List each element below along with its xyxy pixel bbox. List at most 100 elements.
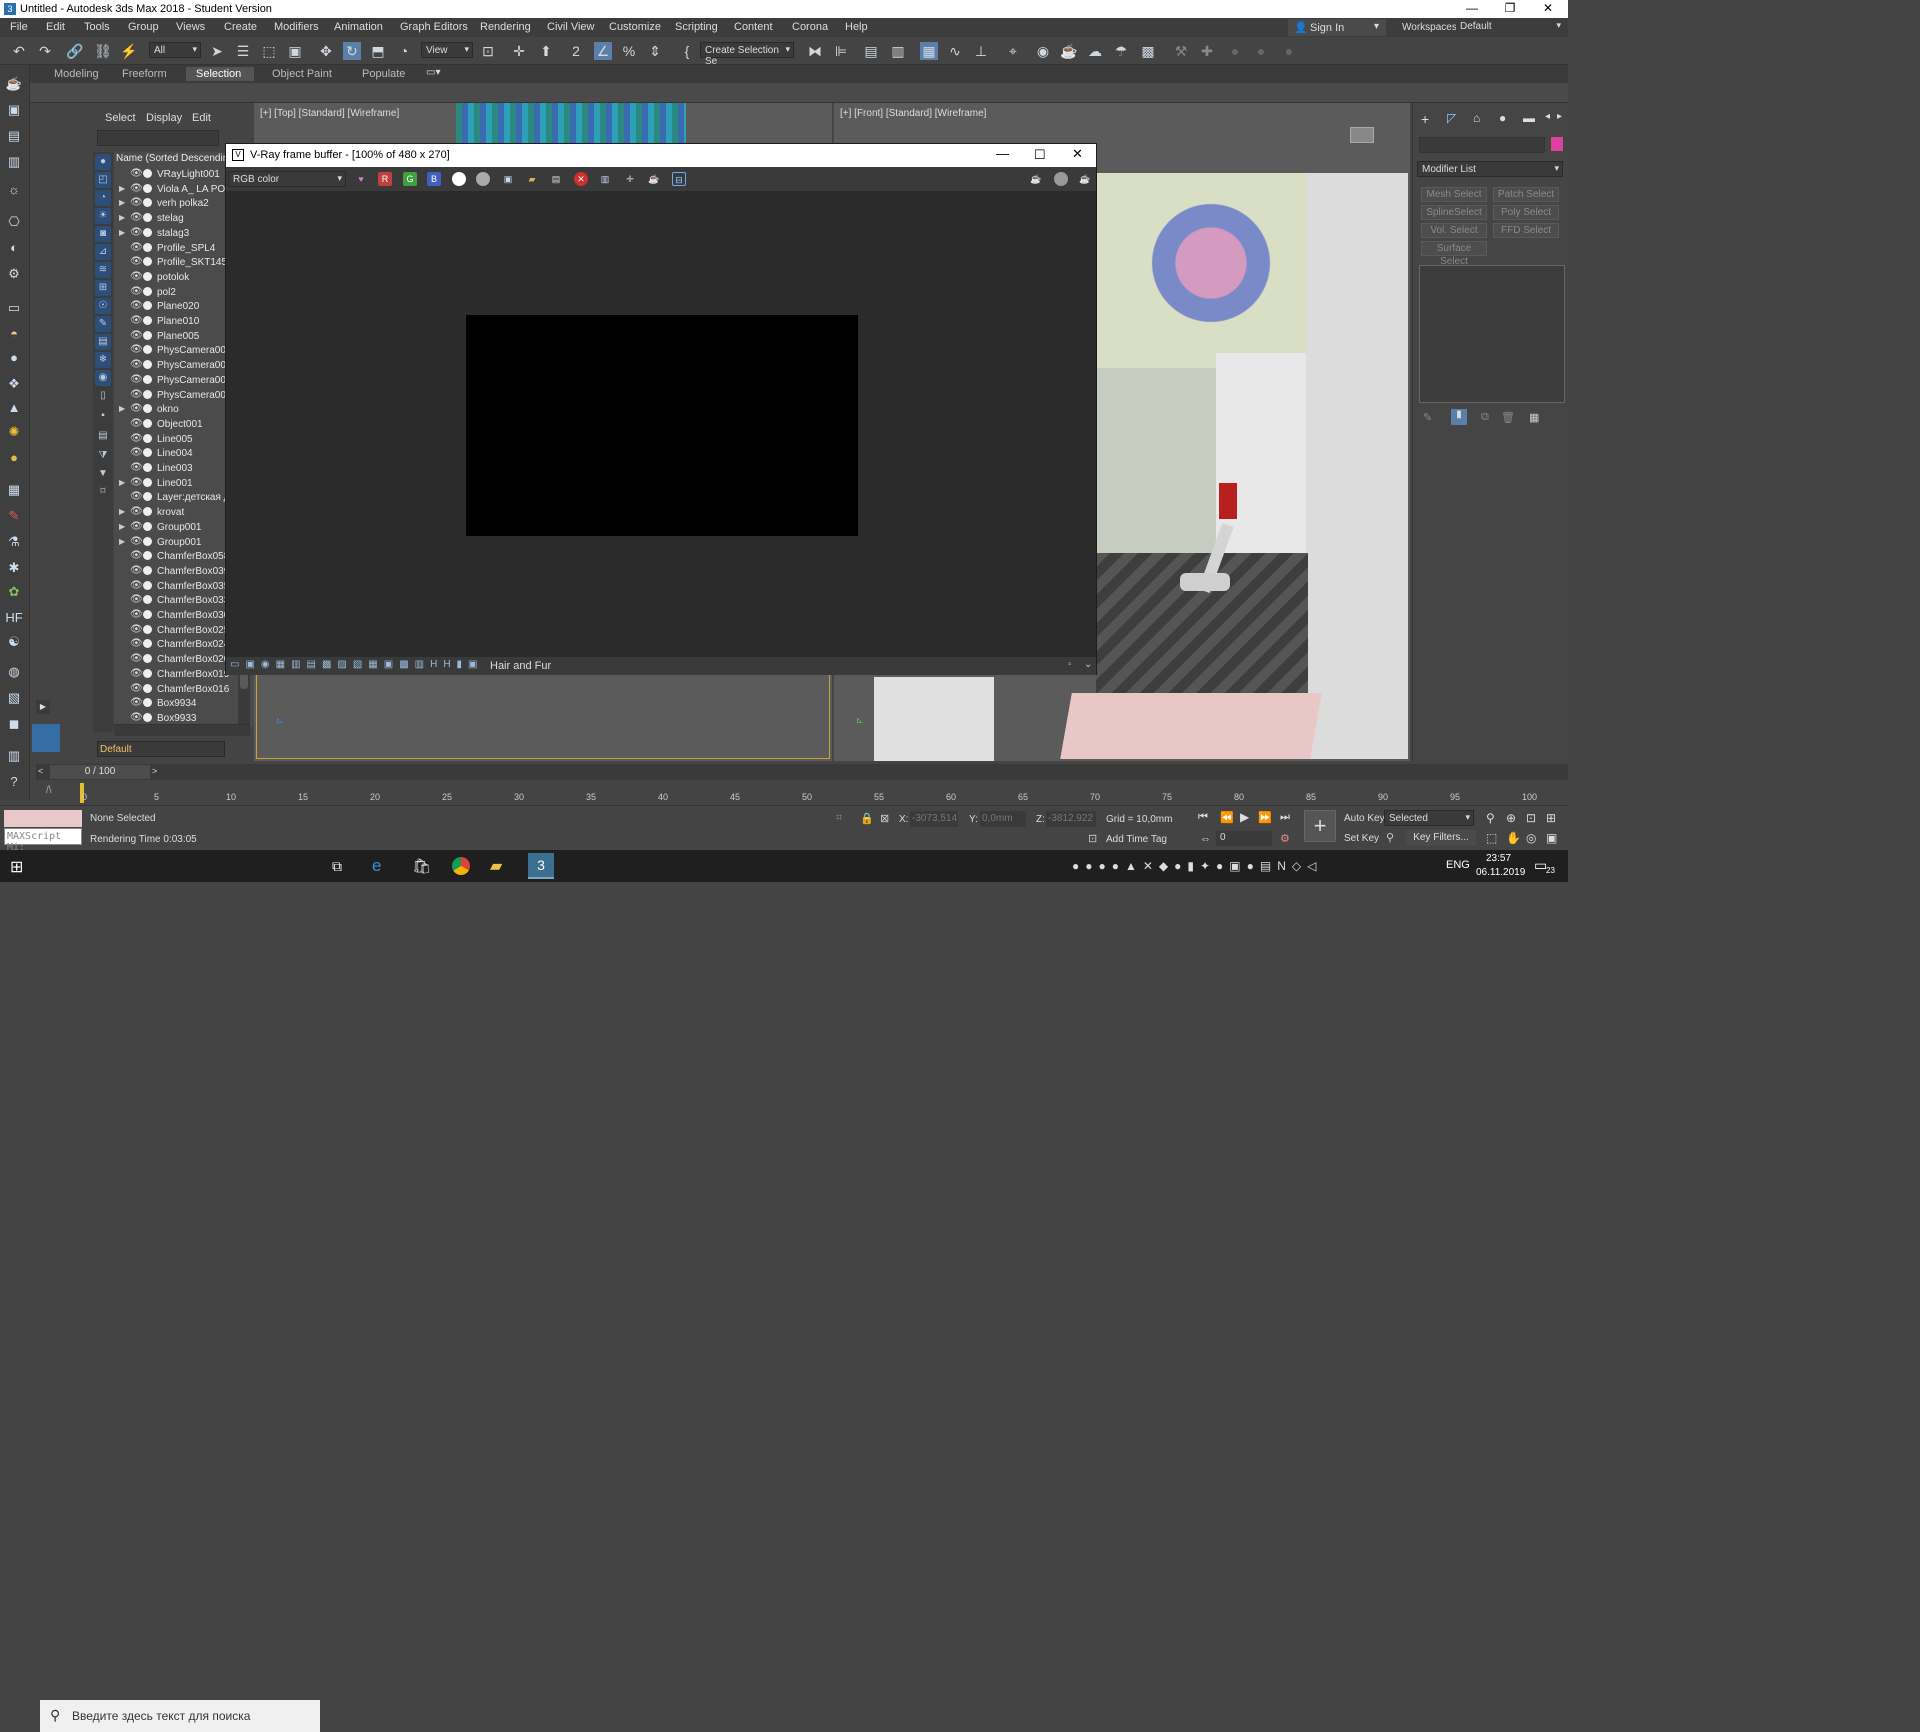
menu-rendering[interactable]: Rendering [480,21,531,33]
vfb-render-canvas[interactable] [466,315,858,536]
file-explorer-icon[interactable]: ▰ [490,856,502,876]
rotate-icon[interactable]: ↻ [343,42,361,60]
list-item[interactable]: ▶ 👁 Group001 [114,536,239,551]
explorer-tab-edit[interactable]: Edit [192,112,211,124]
spline-select-button[interactable]: SplineSelect [1421,205,1487,220]
display-xrefs-icon[interactable]: ☉ [95,298,111,314]
unlink-icon[interactable]: ⛓ [94,42,112,60]
list-item[interactable]: 👁 Line004 [114,447,239,462]
place-icon[interactable]: ◔ [395,42,413,60]
visibility-eye-icon[interactable]: 👁 [130,197,143,208]
vfb-render-icon[interactable]: ☕ [1029,172,1043,186]
vfb-stop-icon[interactable] [1054,172,1068,186]
visibility-eye-icon[interactable]: 👁 [130,330,143,341]
material-ball-icon[interactable]: ◍ [5,663,23,681]
vfb-history-icon[interactable]: ▥ [598,172,612,186]
surface-select-button[interactable]: Surface Select [1421,241,1487,267]
list-item[interactable]: 👁 ChamferBox039 [114,565,239,580]
select-manipulate-icon[interactable]: ✛ [510,42,528,60]
material-editor-icon[interactable]: ◉ [1034,42,1052,60]
visibility-eye-icon[interactable]: 👁 [130,183,143,194]
visibility-eye-icon[interactable]: 👁 [130,609,143,620]
visibility-eye-icon[interactable]: 👁 [130,389,143,400]
lights-icon[interactable]: ☼ [5,181,23,199]
zoom-all-icon[interactable]: ⊕ [1506,811,1516,825]
display-hidden-icon[interactable]: ◉ [95,370,111,386]
display-groups-icon[interactable]: ⊞ [95,280,111,296]
key-filters-button[interactable]: Key Filters... [1406,830,1476,846]
camera-icon[interactable]: ⎔ [5,213,23,231]
cone-light-icon[interactable]: ▲ [5,399,23,417]
pin-stack-icon[interactable]: ✎ [1423,411,1432,424]
layer-explorer-icon[interactable]: ▥ [889,42,907,60]
list-item[interactable]: 👁 ChamferBox025 [114,624,239,639]
menu-help[interactable]: Help [845,21,868,33]
time-tag-icon[interactable]: ⊡ [1088,832,1097,845]
selection-lock-icon[interactable]: 🔒 [860,812,874,825]
expand-arrow-icon[interactable]: ▶ [119,507,125,516]
key-tangent-icon[interactable]: ⚲ [1386,831,1394,844]
dope-sheet-icon[interactable]: ⊥ [972,42,990,60]
create-tab-icon[interactable]: + [1421,111,1429,127]
render-production-icon[interactable]: ☂ [1112,42,1130,60]
display-frozen-icon[interactable]: ❄ [95,352,111,368]
percent-snap-icon[interactable]: % [620,42,638,60]
menu-file[interactable]: File [10,21,28,33]
rectangular-selection-icon[interactable]: ⬚ [260,42,278,60]
next-frame-icon[interactable]: ⏩ [1258,811,1272,824]
add-time-tag-button[interactable]: Add Time Tag [1106,834,1167,845]
visibility-eye-icon[interactable]: 👁 [130,638,143,649]
list-item[interactable]: 👁 ChamferBox035 [114,580,239,595]
track-bar[interactable]: /\ 0 5 10 15 20 25 30 35 40 45 50 55 60 65 70 75 80 85 90 9… [36,781,1568,805]
curve-editor-icon[interactable]: ∿ [946,42,964,60]
list-item[interactable]: 👁 Plane005 [114,330,239,345]
vfb-clear-icon[interactable]: ✕ [574,172,588,186]
y-coord-field[interactable]: 0,0mm [980,811,1026,827]
explorer-search-input[interactable] [97,130,219,146]
tab-modeling[interactable]: Modeling [44,67,109,81]
visibility-eye-icon[interactable]: 👁 [130,403,143,414]
display-cameras-icon[interactable]: ◙ [95,226,111,242]
expand-arrow-icon[interactable]: ▶ [119,404,125,413]
menu-content[interactable]: Content [734,21,773,33]
vray-tool4-icon[interactable]: ● [1252,42,1270,60]
curve-editor-mini-icon[interactable]: /\ [46,785,52,796]
vfb-mono-icon[interactable] [452,172,466,186]
tray-icons[interactable]: ●●●●▲✕◆●▮✦●▣●▤N◇◁ [1072,859,1322,873]
vray-tool-icon[interactable]: ⚒ [1172,42,1190,60]
menu-graph-editors[interactable]: Graph Editors [400,21,468,33]
visibility-eye-icon[interactable]: 👁 [130,668,143,679]
menu-corona[interactable]: Corona [792,21,828,33]
list-item[interactable]: 👁 Object001 [114,418,239,433]
store-icon[interactable]: 🛍 [412,857,431,875]
display-spacewarps-icon[interactable]: ≋ [95,262,111,278]
decal-icon[interactable]: ☯ [5,633,23,651]
list-item[interactable]: 👁 ChamferBox058 [114,550,239,565]
visibility-eye-icon[interactable]: 👁 [130,565,143,576]
vray-tool5-icon[interactable]: ● [1280,42,1298,60]
display-bones-icon[interactable]: ✎ [95,316,111,332]
modify-tab-icon[interactable]: ◸ [1447,111,1456,125]
filter-icon[interactable]: ⧩ [95,448,111,464]
vfb-open-icon[interactable]: ▰ [525,172,539,186]
vfb-minimize-button[interactable]: — [996,146,1009,161]
selection-filter-dropdown[interactable]: All [149,42,201,58]
remove-modifier-icon[interactable]: 🗑 [1501,411,1515,424]
vfb-lens-icon[interactable]: ☕ [647,172,661,186]
visibility-eye-icon[interactable]: 👁 [130,286,143,297]
save-icon[interactable]: ▤ [5,127,23,145]
ambient-light-icon[interactable]: ● [5,449,23,467]
align-icon[interactable]: ⊫ [832,42,850,60]
pivot-icon[interactable]: ⊡ [479,42,497,60]
visibility-eye-icon[interactable]: 👁 [130,242,143,253]
current-frame-field[interactable]: 0 [1216,831,1272,846]
find-icon[interactable]: ⌑ [95,484,111,500]
explorer-hscrollbar[interactable] [114,724,250,736]
viewport-layout-icon[interactable] [32,724,60,752]
auto-key-button[interactable]: Auto Key [1344,813,1385,824]
tab-object-paint[interactable]: Object Paint [262,67,342,81]
angle-snap-icon[interactable]: ∠ [594,42,612,60]
menu-animation[interactable]: Animation [334,21,383,33]
visibility-eye-icon[interactable]: 👁 [130,315,143,326]
window-crossing-icon[interactable]: ▣ [286,42,304,60]
